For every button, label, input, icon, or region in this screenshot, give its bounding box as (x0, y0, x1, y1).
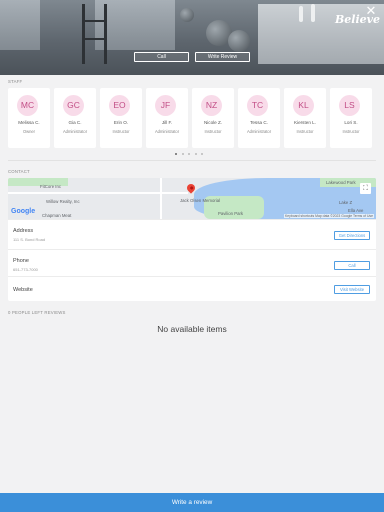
staff-name: Tessa C. (250, 120, 268, 125)
staff-card[interactable]: MC Melissa C. Owner (8, 88, 50, 148)
website-row: Website Visit Website (8, 276, 376, 301)
map-label: Lakewood Park (326, 180, 356, 185)
phone-call-button[interactable]: Call (334, 261, 370, 270)
google-logo: Google (11, 208, 36, 215)
staff-name: Nicole Z. (203, 120, 223, 125)
staff-role: Instructor (112, 129, 130, 134)
divider (8, 160, 376, 161)
avatar: JF (155, 95, 176, 116)
pagination-dot[interactable] (194, 153, 197, 155)
rack-decor (84, 38, 106, 40)
window-decor (0, 0, 40, 50)
empty-state-text: No available items (157, 324, 227, 334)
staff-role: Administrator (62, 129, 88, 134)
rack-decor (104, 4, 107, 64)
pagination-dot[interactable] (181, 153, 184, 155)
reviews-section-title: 0 PEOPLE LEFT REVIEWS (8, 310, 66, 315)
address-label: Address (13, 228, 34, 234)
staff-role: Administrator (154, 129, 180, 134)
map-label: Willow Realty, Inc (46, 199, 80, 204)
avatar: NZ (201, 95, 222, 116)
close-icon[interactable]: ✕ (364, 4, 378, 18)
staff-name: Jill F. (161, 120, 173, 125)
map-label: Pavilion Park (218, 211, 244, 216)
get-directions-button[interactable]: Get Directions (334, 231, 370, 240)
phone-label: Phone (13, 258, 29, 264)
pagination-dot[interactable] (188, 153, 190, 155)
avatar: KL (293, 95, 314, 116)
map-attribution: Keyboard shortcuts Map data ©2023 Google… (283, 214, 374, 218)
map-label: Chapman Meat (42, 213, 72, 218)
map-label: FitCore Inc (40, 184, 62, 189)
staff-card[interactable]: JF Jill F. Administrator (146, 88, 188, 148)
staff-role: Instructor (296, 129, 314, 134)
call-button[interactable]: Call (134, 52, 189, 62)
staff-card[interactable]: KL Kiersten L. Instructor (284, 88, 326, 148)
write-review-button[interactable]: Write Review (195, 52, 250, 62)
window-decor (95, 0, 175, 50)
pagination-dot[interactable] (175, 153, 177, 155)
avatar: EO (109, 95, 130, 116)
avatar: LS (339, 95, 360, 116)
staff-role: Instructor (204, 129, 222, 134)
statue-decor (311, 4, 315, 22)
write-a-review-button[interactable]: Write a review (0, 493, 384, 512)
staff-card[interactable]: TC Tessa C. Administrator (238, 88, 280, 148)
staff-carousel[interactable]: MC Melissa C. Owner GC Gia C. Administrator EO… (0, 88, 384, 148)
staff-role: Administrator (246, 129, 272, 134)
website-label: Website (13, 287, 33, 293)
phone-value: 651-773-7000 (13, 267, 38, 272)
fullscreen-icon[interactable]: ⛶ (360, 183, 371, 194)
map-road (160, 178, 162, 219)
phone-row: Phone 651-773-7000 Call (8, 249, 376, 275)
staff-name: Erin O. (113, 120, 129, 125)
contact-card: FitCore Inc Willow Realty, Inc Chapman M… (8, 178, 376, 301)
address-value: 111 S. Bond Road (13, 237, 46, 242)
staff-role: Owner (22, 129, 36, 134)
map[interactable]: FitCore Inc Willow Realty, Inc Chapman M… (8, 178, 376, 219)
visit-website-button[interactable]: Visit Website (334, 285, 370, 294)
avatar: TC (247, 95, 268, 116)
map-label: Jack Olsen Memorial (180, 198, 221, 203)
staff-name: Lori S. (344, 120, 358, 125)
logo-emblem (180, 8, 194, 22)
staff-name: Gia C. (68, 120, 82, 125)
avatar: GC (63, 95, 84, 116)
staff-name: Melissa C. (18, 120, 40, 125)
staff-name: Kiersten L. (294, 120, 316, 125)
map-label: Ella Ave (348, 208, 364, 213)
exercise-ball (228, 30, 250, 52)
staff-role: Instructor (342, 129, 360, 134)
map-label: Lake Z (339, 200, 353, 205)
staff-card[interactable]: LS Lori S. Instructor (330, 88, 372, 148)
staff-card[interactable]: EO Erin O. Instructor (100, 88, 142, 148)
pagination-dot[interactable] (201, 153, 203, 155)
hero-image: Believe ✕ Call Write Review (0, 0, 384, 75)
rack-decor (82, 4, 85, 64)
staff-section-title: STAFF (8, 79, 23, 84)
rack-decor (84, 20, 106, 22)
staff-card[interactable]: NZ Nicole Z. Instructor (192, 88, 234, 148)
carousel-pagination (175, 153, 208, 157)
statue-decor (299, 6, 303, 22)
address-row: Address 111 S. Bond Road Get Directions (8, 219, 376, 245)
avatar: MC (17, 95, 38, 116)
staff-card[interactable]: GC Gia C. Administrator (54, 88, 96, 148)
contact-section-title: CONTACT (8, 169, 30, 174)
